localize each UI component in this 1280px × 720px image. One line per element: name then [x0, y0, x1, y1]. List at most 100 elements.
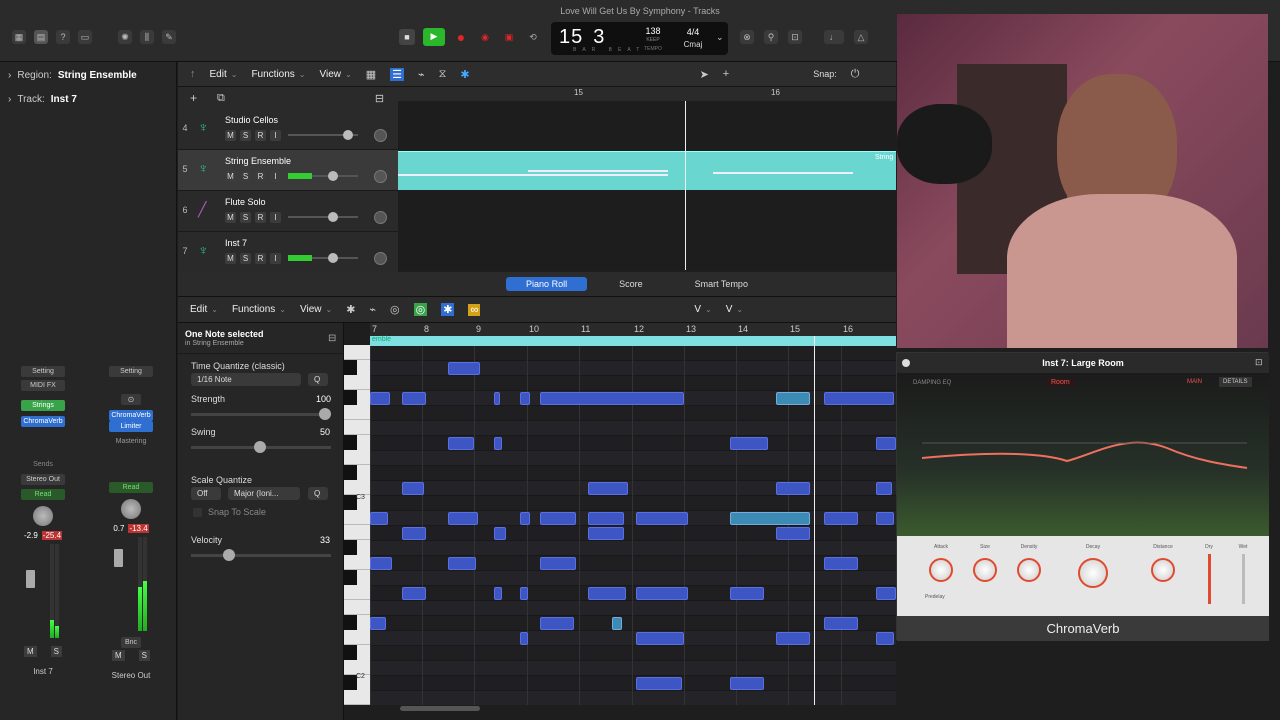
solo-button[interactable]: S [240, 253, 251, 264]
solo-button[interactable]: S [138, 650, 150, 661]
attack-knob[interactable] [929, 558, 953, 582]
size-knob[interactable] [973, 558, 997, 582]
mastering-slot[interactable]: Mastering [109, 436, 153, 447]
cycle-button[interactable]: ⟲ [525, 29, 541, 45]
tab-score[interactable]: Score [599, 277, 663, 291]
strength-slider[interactable] [191, 408, 331, 420]
midi-note[interactable] [494, 587, 502, 600]
midi-note[interactable] [370, 512, 388, 525]
input-monitor-button[interactable]: I [270, 253, 281, 264]
midi-note[interactable] [448, 362, 480, 375]
solo-button[interactable]: S [240, 212, 251, 223]
link-icon[interactable]: ∞ [468, 303, 481, 316]
midi-note[interactable] [730, 437, 768, 450]
inspector-icon[interactable]: ▤ [34, 30, 48, 44]
midi-note[interactable] [824, 512, 858, 525]
region-inspector-header[interactable]: › Region: String Ensemble [0, 63, 176, 87]
midi-note[interactable] [540, 512, 576, 525]
collapse-icon[interactable]: ⊟ [328, 333, 336, 344]
smart-controls-icon[interactable]: ✺ [118, 30, 132, 44]
midi-note[interactable] [776, 482, 810, 495]
midi-note[interactable] [402, 527, 426, 540]
mute-button[interactable]: M [225, 212, 236, 223]
midi-note[interactable] [776, 632, 810, 645]
midi-region-string-ensemble[interactable]: String [398, 151, 896, 190]
record-enable-button[interactable]: R [255, 130, 266, 141]
midi-fx-slot[interactable]: MIDI FX [21, 380, 65, 391]
track-row[interactable]: 6 ╱ Flute Solo M S R I [178, 191, 398, 232]
automation-mode[interactable]: Read [109, 482, 153, 493]
midi-note[interactable] [520, 587, 528, 600]
midi-note[interactable] [370, 617, 386, 630]
track-row[interactable]: 5 ♆ String Ensemble M S R I [178, 150, 398, 191]
mute-button[interactable]: M [225, 130, 236, 141]
midi-note[interactable] [370, 557, 392, 570]
piano-roll-grid[interactable]: 7 8 9 10 11 12 13 14 15 16 emble [370, 323, 896, 705]
midi-note[interactable] [588, 512, 624, 525]
tuner-icon[interactable]: ⊗ [740, 30, 754, 44]
pointer-tool-icon[interactable]: ➤ [700, 68, 709, 81]
output-slot[interactable]: Stereo Out [21, 474, 65, 485]
pointer-tool-menu[interactable]: V ⌄ [694, 304, 711, 315]
midi-note[interactable] [876, 587, 896, 600]
midi-note[interactable] [876, 437, 896, 450]
midi-note[interactable] [588, 482, 628, 495]
timeline-ruler[interactable]: 15 16 [398, 87, 896, 101]
piano-key[interactable] [344, 600, 370, 615]
midi-note[interactable] [876, 482, 892, 495]
velocity-slider[interactable] [191, 549, 331, 561]
capture-record-button[interactable]: ◉ [477, 29, 493, 45]
piano-key[interactable] [344, 480, 370, 495]
piano-key[interactable] [344, 375, 370, 390]
mute-button[interactable]: M [225, 253, 236, 264]
midi-note[interactable] [612, 617, 622, 630]
wet-slider[interactable] [1241, 554, 1245, 604]
midi-note[interactable] [540, 392, 684, 405]
scale-quantize-scale[interactable]: Major (Ioni... [228, 487, 300, 500]
piano-key[interactable] [344, 345, 370, 360]
midi-note[interactable] [636, 632, 684, 645]
effect-slot[interactable]: Limiter [109, 421, 153, 432]
midi-note[interactable] [402, 587, 426, 600]
piano-key[interactable] [344, 555, 370, 570]
view-menu[interactable]: View ⌄ [300, 304, 332, 315]
room-type-select[interactable]: Room [1045, 378, 1076, 387]
midi-note[interactable] [448, 512, 478, 525]
solo-icon[interactable]: ⚲ [764, 30, 778, 44]
track-row[interactable]: 4 ♆ Studio Cellos M S R I [178, 109, 398, 150]
snap-to-scale[interactable]: Snap To Scale [193, 507, 266, 517]
piano-key[interactable] [344, 630, 370, 645]
dry-slider[interactable] [1207, 554, 1211, 604]
record-enable-button[interactable]: R [255, 212, 266, 223]
midi-note[interactable] [636, 677, 682, 690]
expand-icon[interactable]: ⊡ [1255, 357, 1263, 368]
power-icon[interactable]: ⏻ [851, 68, 860, 81]
mixer-icon[interactable]: ⫼ [140, 30, 154, 44]
decay-knob[interactable] [1078, 558, 1108, 588]
density-knob[interactable] [1017, 558, 1041, 582]
pan-knob[interactable] [121, 499, 141, 519]
record-enable-button[interactable]: R [255, 253, 266, 264]
loop-icon[interactable]: ◎ [390, 303, 400, 316]
effect-slot[interactable]: ChromaVerb [21, 416, 65, 427]
mute-button[interactable]: M [225, 171, 236, 182]
piano-key[interactable] [344, 405, 370, 420]
midi-note[interactable] [494, 437, 502, 450]
midi-note[interactable] [636, 587, 688, 600]
scale-quantize-root[interactable]: Off [191, 487, 221, 500]
details-tab[interactable]: DETAILS [1219, 377, 1252, 387]
catch-icon[interactable]: ✱ [441, 303, 455, 316]
midi-note[interactable] [730, 677, 764, 690]
quantize-button[interactable]: Q [308, 373, 328, 386]
midi-note[interactable] [776, 392, 810, 405]
midi-note[interactable] [588, 587, 626, 600]
scale-quantize-button[interactable]: Q [308, 487, 328, 500]
track-pan-knob[interactable] [374, 211, 387, 224]
midi-note[interactable] [540, 617, 574, 630]
track-volume-slider[interactable] [288, 171, 358, 181]
piano-key[interactable] [344, 525, 370, 540]
mute-button[interactable]: M [111, 650, 125, 661]
track-pan-knob[interactable] [374, 170, 387, 183]
volume-fader[interactable] [114, 549, 123, 567]
automation-mode[interactable]: Read [21, 489, 65, 500]
